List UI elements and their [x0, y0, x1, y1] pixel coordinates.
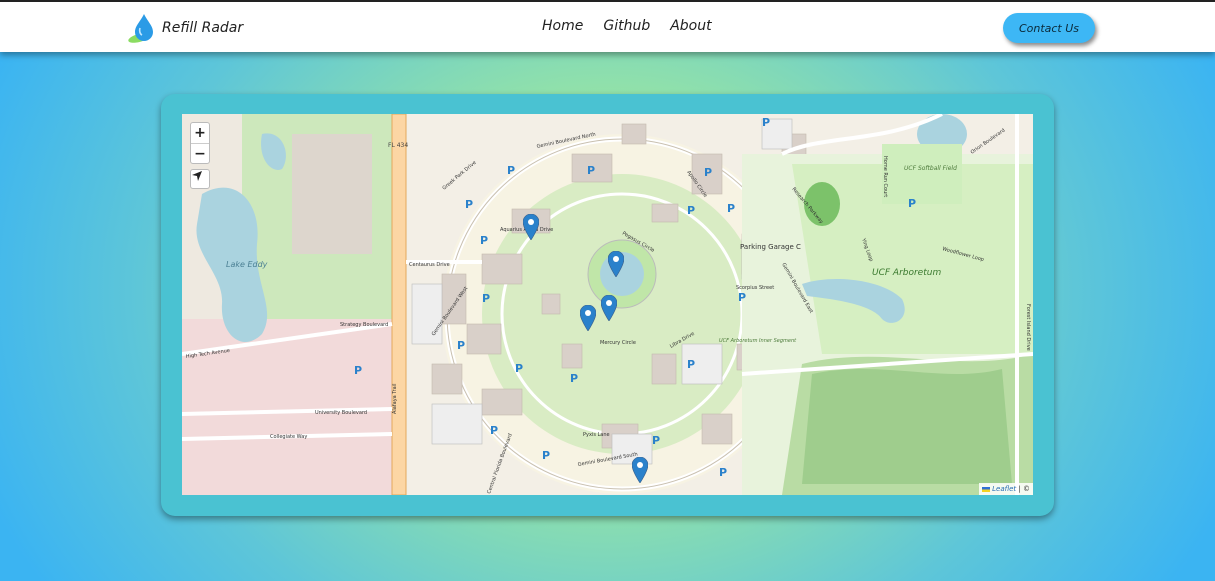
svg-text:P: P: [908, 197, 916, 210]
svg-text:P: P: [354, 364, 362, 377]
label-softball: UCF Softball Field: [904, 165, 957, 172]
svg-text:P: P: [687, 204, 695, 217]
campus-map[interactable]: Lake Eddy UCF Arboretum Parking Garage C…: [182, 114, 1033, 495]
svg-text:P: P: [652, 434, 660, 447]
svg-text:P: P: [482, 292, 490, 305]
svg-text:P: P: [457, 339, 465, 352]
refill-station-marker-2[interactable]: [608, 251, 624, 277]
nav-link-home[interactable]: Home: [542, 18, 583, 34]
svg-text:P: P: [490, 424, 498, 437]
svg-text:P: P: [507, 164, 515, 177]
attribution-suffix: | ©: [1016, 485, 1030, 493]
locate-button[interactable]: [190, 169, 210, 189]
svg-text:P: P: [719, 466, 727, 479]
label-university: University Boulevard: [315, 410, 367, 416]
label-forest-island: Forest Island Drive: [1025, 304, 1031, 351]
refill-station-marker-4[interactable]: [580, 305, 596, 331]
leaflet-link[interactable]: Leaflet: [992, 485, 1016, 493]
label-garage: Parking Garage C: [740, 243, 801, 251]
map-card: Lake Eddy UCF Arboretum Parking Garage C…: [161, 94, 1054, 516]
svg-text:P: P: [727, 202, 735, 215]
label-arboretum: UCF Arboretum: [872, 268, 941, 278]
refill-station-marker-5[interactable]: [632, 457, 648, 483]
zoom-in-button[interactable]: +: [191, 123, 209, 143]
label-inner-segment: UCF Arboretum Inner Segment: [719, 338, 797, 344]
navbar: Refill Radar Home Github About Contact U…: [0, 0, 1215, 52]
nav-links: Home Github About: [542, 18, 712, 34]
ukraine-flag-icon: [982, 486, 991, 492]
contact-us-button[interactable]: Contact Us: [1003, 13, 1095, 43]
map-attribution: Leaflet | ©: [979, 483, 1033, 495]
nav-link-about[interactable]: About: [670, 18, 711, 34]
svg-text:P: P: [762, 116, 770, 129]
svg-text:P: P: [587, 164, 595, 177]
svg-text:P: P: [738, 291, 746, 304]
svg-text:P: P: [542, 449, 550, 462]
svg-text:P: P: [704, 166, 712, 179]
svg-text:P: P: [515, 362, 523, 375]
svg-text:P: P: [465, 198, 473, 211]
svg-text:P: P: [687, 358, 695, 371]
label-centaurus: Centaurus Drive: [409, 262, 450, 268]
brand[interactable]: Refill Radar: [126, 12, 243, 44]
label-collegiate: Collegiate Way: [270, 434, 307, 440]
label-home-run: Home Run Court: [882, 156, 888, 197]
svg-text:P: P: [480, 234, 488, 247]
water-drop-logo-icon: [128, 14, 153, 43]
nav-link-github[interactable]: Github: [603, 18, 650, 34]
refill-station-marker-1[interactable]: [523, 214, 539, 240]
label-lake-eddy: Lake Eddy: [226, 260, 268, 269]
brand-name: Refill Radar: [162, 20, 244, 36]
label-pyxis: Pyxis Lane: [583, 432, 610, 438]
label-mercury: Mercury Circle: [600, 340, 636, 346]
zoom-control: + −: [190, 122, 210, 164]
zoom-out-button[interactable]: −: [191, 143, 209, 163]
refill-station-marker-3[interactable]: [601, 295, 617, 321]
svg-text:P: P: [570, 372, 578, 385]
label-strategy: Strategy Boulevard: [340, 322, 388, 328]
label-alafaya: Alafaya Trail: [392, 383, 398, 414]
label-fl434: FL 434: [388, 142, 408, 149]
location-arrow-icon: [192, 171, 202, 181]
